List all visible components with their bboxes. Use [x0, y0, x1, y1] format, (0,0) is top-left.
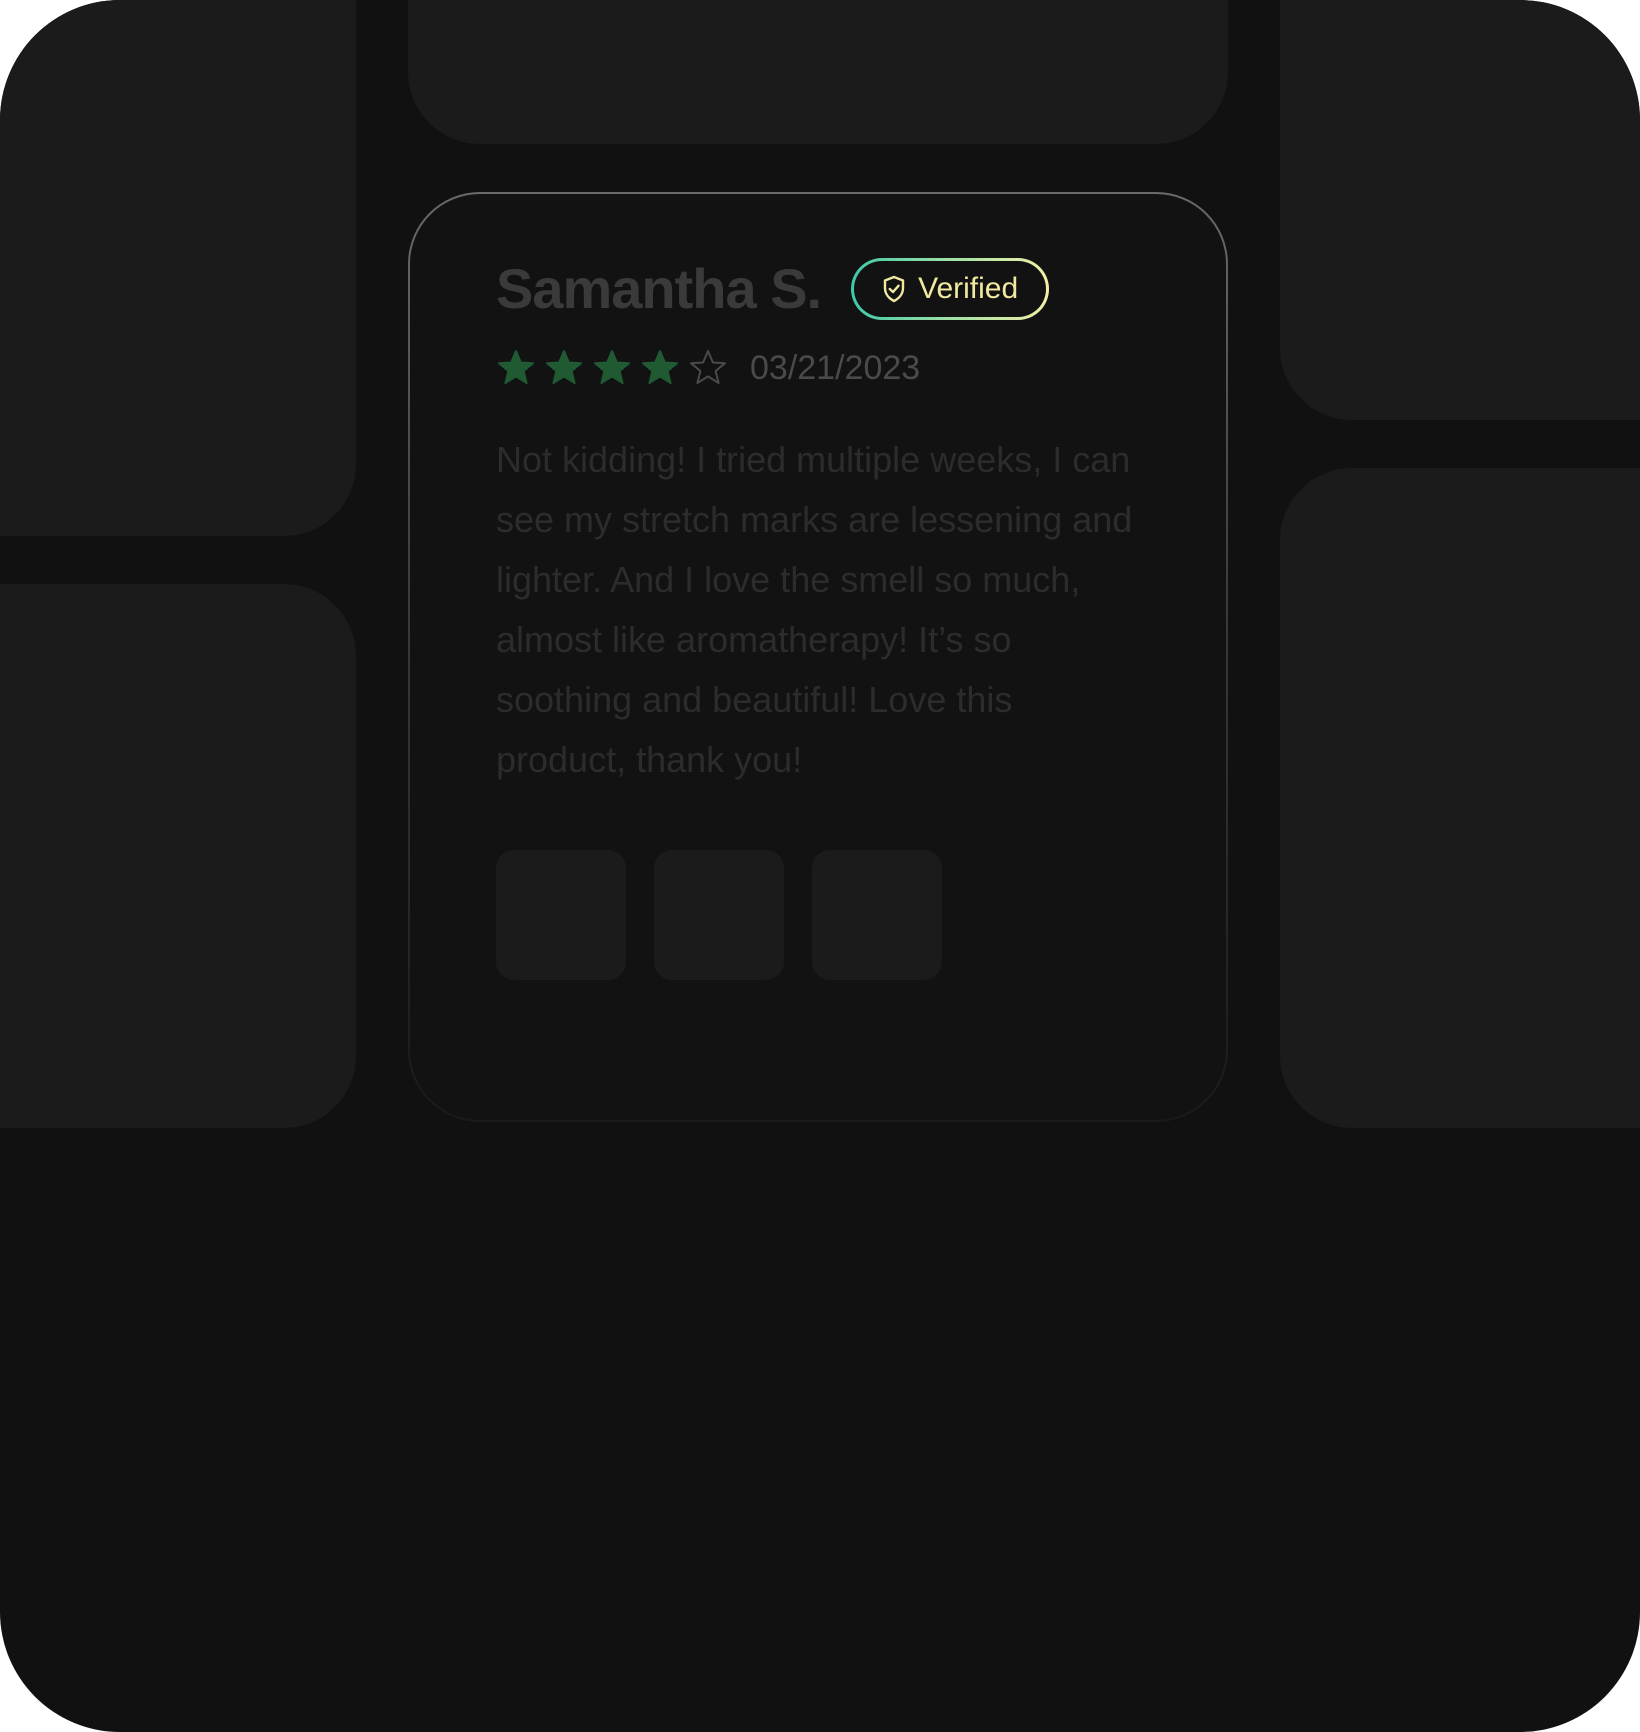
star-outline-icon — [688, 349, 728, 387]
verified-label: Verified — [918, 272, 1019, 305]
star-filled-icon — [496, 349, 536, 387]
review-card: Samantha S. Verified 03/21/2023 Not kidd… — [408, 192, 1228, 1122]
placeholder-card-left-bottom — [0, 584, 356, 1128]
placeholder-card-center-top — [408, 0, 1228, 144]
verified-badge: Verified — [851, 258, 1049, 320]
placeholder-card-right-top — [1280, 0, 1640, 420]
placeholder-card-right-bottom — [1280, 468, 1640, 1128]
review-text: Not kidding! I tried multiple weeks, I c… — [496, 439, 1133, 780]
review-date: 03/21/2023 — [750, 349, 921, 387]
star-filled-icon — [544, 349, 584, 387]
rating-row: 03/21/2023 — [496, 344, 1156, 392]
review-photo-thumbnail[interactable] — [654, 850, 784, 980]
shield-check-icon — [882, 275, 906, 303]
placeholder-card-left-top — [0, 0, 356, 536]
review-photo-thumbnail[interactable] — [496, 850, 626, 980]
review-photos — [496, 850, 1156, 980]
review-header: Samantha S. Verified — [496, 256, 1156, 322]
star-filled-icon — [592, 349, 632, 387]
review-photo-thumbnail[interactable] — [812, 850, 942, 980]
review-card-content: Samantha S. Verified 03/21/2023 Not kidd… — [496, 256, 1156, 980]
app-frame: Samantha S. Verified 03/21/2023 Not kidd… — [0, 0, 1640, 1732]
star-filled-icon — [640, 349, 680, 387]
star-rating — [496, 349, 728, 387]
reviewer-name: Samantha S. — [496, 257, 822, 320]
